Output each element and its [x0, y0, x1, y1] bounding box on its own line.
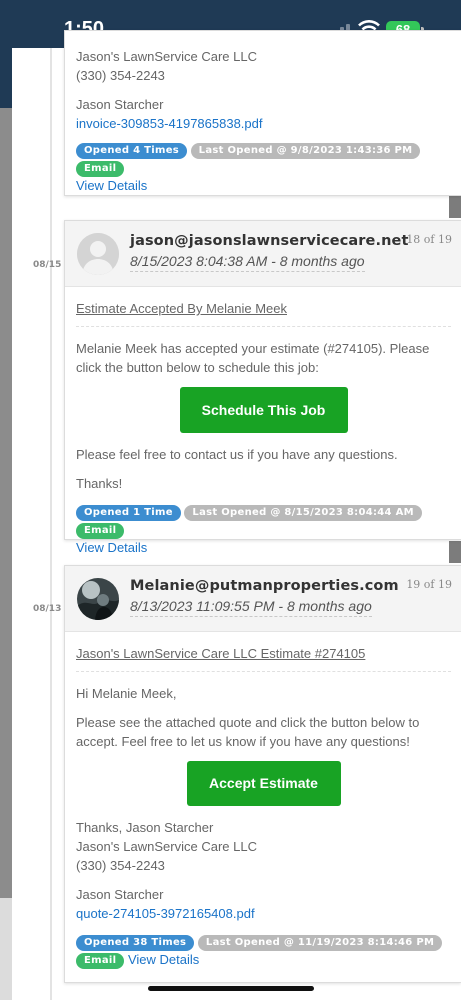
home-indicator[interactable]: [148, 986, 314, 991]
accept-estimate-button[interactable]: Accept Estimate: [186, 761, 341, 806]
sender-email: Melanie@putmanproperties.com: [130, 578, 399, 594]
avatar: [77, 578, 119, 620]
last-opened-badge: Last Opened @ 9/8/2023 1:43:36 PM: [190, 142, 421, 159]
attachment-link[interactable]: quote-274105-3972165408.pdf: [76, 904, 451, 923]
opened-badge: Opened 38 Times: [76, 934, 195, 951]
contact-text: Please feel free to contact us if you ha…: [76, 447, 398, 462]
signoff-line: Jason's LawnService Care LLC: [76, 839, 257, 854]
view-details-link[interactable]: View Details: [76, 540, 147, 555]
date-label: 08/13: [33, 604, 62, 614]
email-badge: Email: [76, 952, 125, 969]
sent-timestamp: 8/13/2023 11:09:55 PM - 8 months ago: [130, 598, 372, 617]
signature-line: Jason's LawnService Care LLC: [76, 49, 257, 64]
email-card-18: jason@jasonslawnservicecare.net 8/15/202…: [64, 220, 461, 555]
email-body: Please see the attached quote and click …: [76, 715, 420, 749]
signature-line: (330) 354-2243: [76, 68, 165, 83]
email-counter: 19 of 19: [406, 578, 452, 591]
view-details-link[interactable]: View Details: [76, 178, 147, 193]
signer-name: Jason Starcher: [76, 887, 164, 902]
avatar: [77, 233, 119, 275]
email-header: jason@jasonslawnservicecare.net 8/15/202…: [65, 221, 461, 287]
signoff-line: (330) 354-2243: [76, 858, 165, 873]
attachment-link[interactable]: invoice-309853-4197865838.pdf: [76, 114, 451, 133]
email-subject[interactable]: Estimate Accepted By Melanie Meek: [76, 299, 451, 327]
email-badge: Email: [76, 160, 125, 177]
email-card-17: Jason's LawnService Care LLC (330) 354-2…: [64, 30, 461, 196]
user-photo-icon: [77, 578, 119, 620]
email-badge: Email: [76, 522, 125, 539]
last-opened-badge: Last Opened @ 8/15/2023 8:04:44 AM: [184, 504, 422, 521]
view-details-link[interactable]: View Details: [128, 952, 199, 967]
email-counter: 18 of 19: [406, 233, 452, 246]
schedule-job-button[interactable]: Schedule This Job: [179, 387, 348, 433]
greeting-text: Hi Melanie Meek,: [76, 686, 177, 701]
thanks-text: Thanks!: [76, 476, 123, 491]
opened-badge: Opened 4 Times: [76, 142, 188, 159]
timeline-line: [50, 48, 52, 1000]
sender-email: jason@jasonslawnservicecare.net: [130, 233, 409, 249]
email-body: Melanie Meek has accepted your estimate …: [76, 341, 430, 375]
email-header: Melanie@putmanproperties.com 8/13/2023 1…: [65, 566, 461, 632]
signer-name: Jason Starcher: [76, 97, 164, 112]
background-page-strip: [0, 60, 12, 1000]
sent-timestamp: 8/15/2023 8:04:38 AM - 8 months ago: [130, 253, 365, 272]
default-user-icon: [77, 233, 119, 275]
date-label: 08/15: [33, 260, 62, 270]
email-card-19: Melanie@putmanproperties.com 8/13/2023 1…: [64, 565, 461, 983]
email-subject[interactable]: Jason's LawnService Care LLC Estimate #2…: [76, 644, 451, 672]
last-opened-badge: Last Opened @ 11/19/2023 8:14:46 PM: [197, 934, 443, 951]
opened-badge: Opened 1 Time: [76, 504, 181, 521]
signoff-line: Thanks, Jason Starcher: [76, 820, 214, 835]
